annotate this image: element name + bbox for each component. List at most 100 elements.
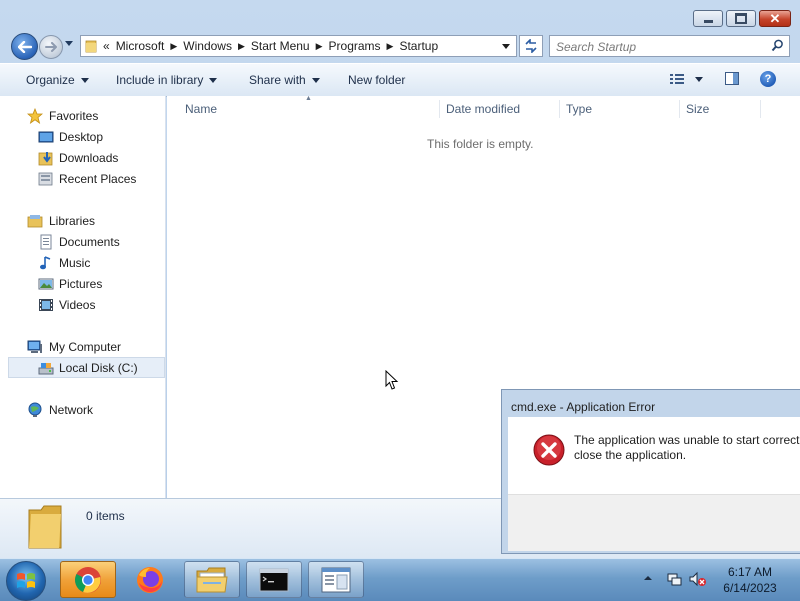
address-bar[interactable]: « Microsoft ▶ Windows ▶ Start Menu ▶ Pro…: [80, 35, 517, 57]
sidebar-label: Downloads: [59, 150, 119, 165]
videos-icon: [39, 298, 53, 311]
column-divider[interactable]: [559, 100, 560, 118]
column-divider[interactable]: [439, 100, 440, 118]
refresh-button[interactable]: [519, 35, 543, 57]
include-in-library-menu[interactable]: Include in library: [116, 73, 218, 87]
sidebar-item-videos[interactable]: Videos: [0, 294, 165, 315]
sidebar-item-network[interactable]: Network: [0, 399, 165, 420]
breadcrumb-start-menu[interactable]: Start Menu: [251, 39, 310, 53]
navigation-pane: Favorites Desktop Downloads Recent Place…: [0, 96, 166, 498]
column-header-name[interactable]: Name: [185, 98, 217, 120]
share-with-menu[interactable]: Share with: [249, 73, 320, 87]
taskbar-window-app[interactable]: [308, 561, 364, 598]
breadcrumb-microsoft[interactable]: Microsoft: [116, 39, 165, 53]
back-button[interactable]: [11, 33, 38, 60]
taskbar-firefox[interactable]: [122, 561, 178, 598]
windows-logo-icon: [17, 573, 35, 588]
clock-date: 6/14/2023: [723, 581, 777, 595]
breadcrumb-overflow[interactable]: «: [103, 39, 110, 53]
sidebar-item-documents[interactable]: Documents: [0, 231, 165, 252]
sort-ascending-icon: ▲: [305, 95, 312, 102]
window-app-icon: [321, 567, 351, 592]
sidebar-label: Documents: [59, 234, 120, 249]
share-with-label: Share with: [249, 73, 306, 87]
sidebar-item-downloads[interactable]: Downloads: [0, 147, 165, 168]
organize-menu[interactable]: Organize: [26, 73, 89, 87]
downloads-icon: [38, 151, 53, 165]
sidebar-label: Local Disk (C:): [59, 360, 138, 375]
taskbar: 6:17 AM 6/14/2023: [0, 558, 800, 601]
sidebar-item-libraries[interactable]: Libraries: [0, 210, 165, 231]
desktop-icon: [38, 131, 54, 142]
sidebar-item-desktop[interactable]: Desktop: [0, 126, 165, 147]
sidebar-item-music[interactable]: Music: [0, 252, 165, 273]
clock[interactable]: 6:17 AM 6/14/2023: [712, 564, 788, 596]
column-header-date-modified[interactable]: Date modified: [446, 98, 520, 120]
include-in-library-label: Include in library: [116, 73, 204, 87]
pictures-icon: [38, 278, 54, 289]
breadcrumb-startup[interactable]: Startup: [399, 39, 438, 53]
address-history-dropdown[interactable]: [502, 44, 510, 49]
sidebar-item-recent-places[interactable]: Recent Places: [0, 168, 165, 189]
chevron-down-icon: [209, 77, 218, 83]
column-header-type[interactable]: Type: [566, 98, 592, 120]
dialog-message-line: The application was unable to start corr…: [574, 433, 800, 447]
view-list-icon: [670, 74, 703, 84]
cmd-icon: [259, 568, 289, 591]
help-button[interactable]: ?: [760, 71, 776, 87]
sidebar-item-pictures[interactable]: Pictures: [0, 273, 165, 294]
search-box[interactable]: [549, 35, 790, 57]
dialog-message-line: close the application.: [574, 448, 687, 462]
libraries-icon: [27, 214, 43, 227]
maximize-button[interactable]: [726, 10, 756, 27]
sidebar-label: Libraries: [49, 213, 96, 228]
sidebar-item-local-disk[interactable]: Local Disk (C:): [8, 357, 165, 378]
preview-pane-button[interactable]: [725, 72, 739, 85]
change-view-button[interactable]: [669, 73, 709, 88]
minimize-button[interactable]: [693, 10, 723, 27]
column-divider[interactable]: [760, 100, 761, 118]
show-hidden-icons-icon[interactable]: [642, 572, 654, 584]
new-folder-button[interactable]: New folder: [348, 73, 405, 87]
minimize-icon: [703, 20, 713, 23]
breadcrumb-separator-icon[interactable]: ▶: [387, 41, 394, 52]
forward-arrow-icon: [45, 42, 57, 52]
breadcrumb: « Microsoft ▶ Windows ▶ Start Menu ▶ Pro…: [103, 39, 444, 53]
organize-label: Organize: [26, 73, 75, 87]
close-button[interactable]: ✕: [759, 10, 791, 27]
command-bar: Organize Include in library Share with N…: [0, 63, 800, 97]
column-header-size[interactable]: Size: [686, 98, 709, 120]
sidebar-item-my-computer[interactable]: My Computer: [0, 336, 165, 357]
search-icon[interactable]: [771, 39, 784, 52]
start-button[interactable]: [6, 561, 46, 601]
forward-button[interactable]: [39, 35, 63, 59]
navigation-bar: « Microsoft ▶ Windows ▶ Start Menu ▶ Pro…: [0, 32, 800, 60]
breadcrumb-separator-icon[interactable]: ▶: [316, 41, 323, 52]
explorer-icon: [196, 567, 228, 592]
close-icon: ✕: [769, 11, 781, 26]
recent-pages-dropdown[interactable]: [65, 41, 73, 46]
sidebar-item-favorites[interactable]: Favorites: [0, 105, 165, 126]
local-disk-icon: [38, 362, 54, 374]
error-icon: [533, 434, 565, 466]
sidebar-label: Recent Places: [59, 171, 137, 186]
taskbar-explorer[interactable]: [184, 561, 240, 598]
firefox-icon: [137, 566, 163, 593]
taskbar-chrome[interactable]: [60, 561, 116, 598]
column-divider[interactable]: [679, 100, 680, 118]
empty-folder-message: This folder is empty.: [427, 137, 534, 151]
mouse-cursor-icon: [385, 370, 399, 390]
sidebar-label: Pictures: [59, 276, 103, 291]
chrome-icon: [75, 566, 101, 593]
search-input[interactable]: [554, 38, 768, 56]
breadcrumb-separator-icon[interactable]: ▶: [170, 41, 177, 52]
taskbar-cmd[interactable]: [246, 561, 302, 598]
back-arrow-icon: [17, 40, 32, 53]
breadcrumb-separator-icon[interactable]: ▶: [238, 41, 245, 52]
sidebar-label: Desktop: [59, 129, 104, 144]
sidebar-label: Favorites: [49, 108, 99, 123]
volume-muted-icon[interactable]: [689, 571, 707, 587]
breadcrumb-programs[interactable]: Programs: [329, 39, 381, 53]
breadcrumb-windows[interactable]: Windows: [183, 39, 232, 53]
network-status-icon[interactable]: [667, 571, 683, 587]
